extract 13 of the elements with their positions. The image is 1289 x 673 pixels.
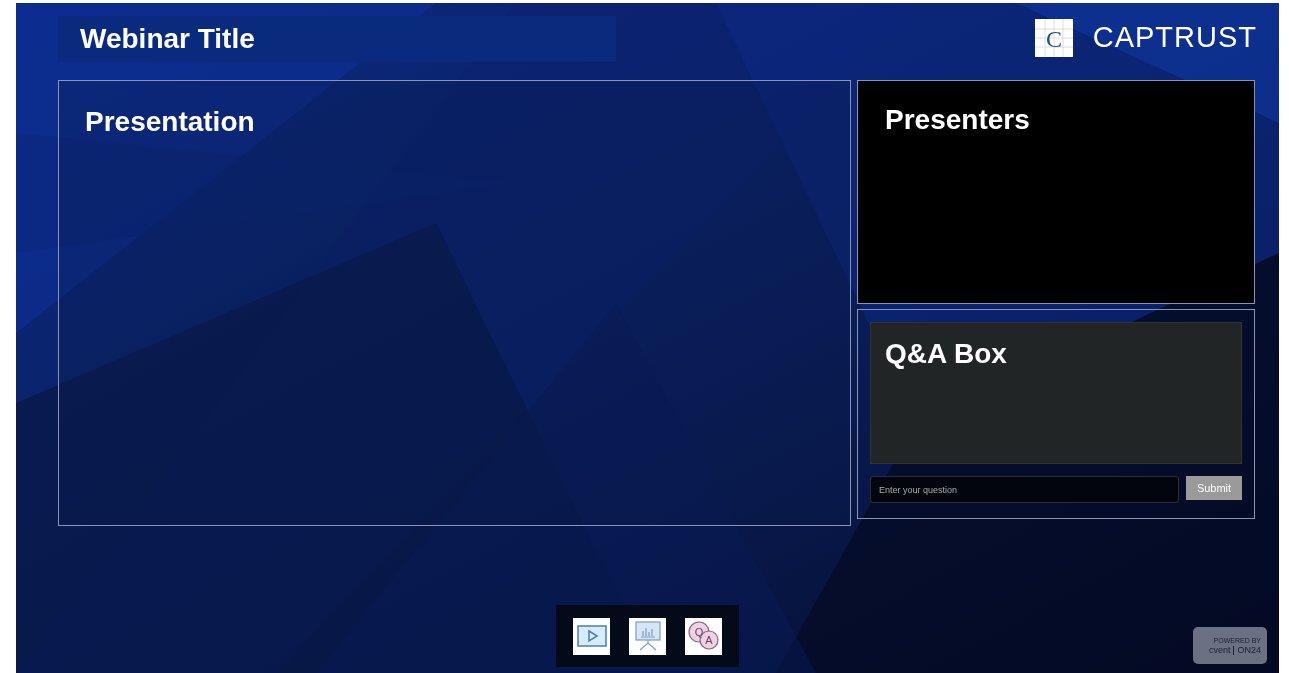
panel-title: Presenters [885, 104, 1030, 135]
logo-icon: C [1034, 18, 1073, 57]
dock-button[interactable] [573, 617, 610, 655]
webinar-title: Webinar Title [80, 22, 255, 56]
brand-name: CAPTRUST [1092, 20, 1257, 55]
panel-title: Presentation [85, 106, 255, 137]
presentation-board-icon [634, 621, 661, 651]
play-icon [576, 625, 607, 647]
brand-name: cvent [1208, 644, 1231, 656]
brand-name: ON24 [1237, 644, 1261, 656]
question-field[interactable]: Enter your question [870, 476, 1179, 503]
dock-button[interactable] [629, 617, 666, 655]
panel-title: Q&A Box [885, 338, 1007, 369]
